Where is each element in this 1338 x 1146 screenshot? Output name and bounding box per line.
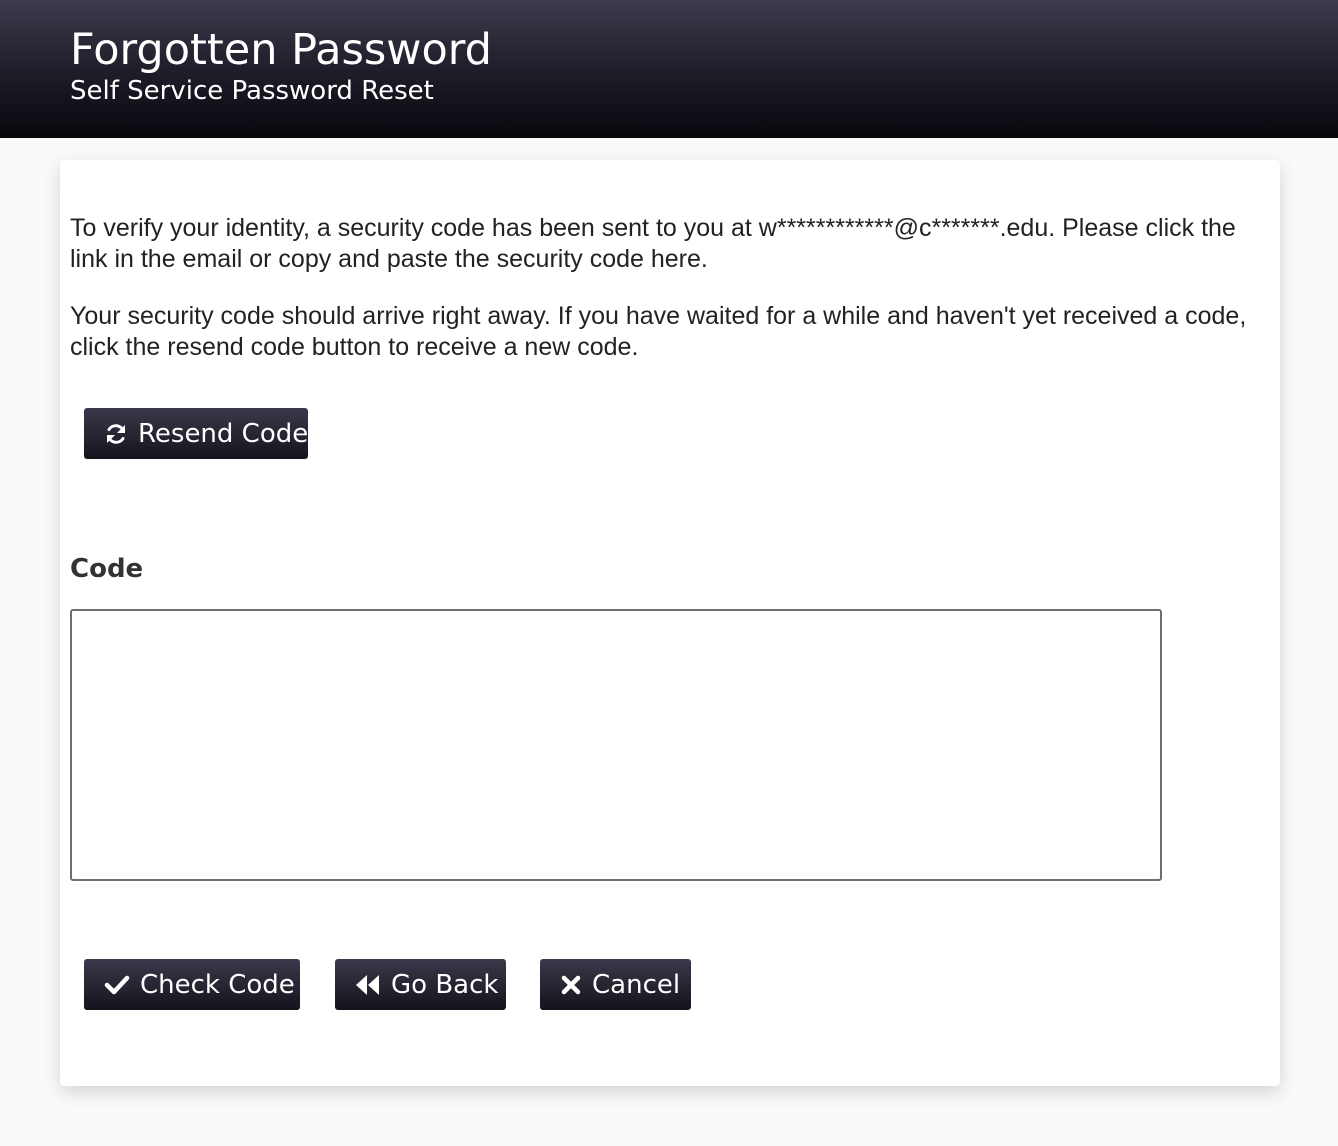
content-panel: To verify your identity, a security code… bbox=[60, 160, 1280, 1086]
check-code-button[interactable]: Check Code bbox=[84, 959, 300, 1010]
check-code-label: Check Code bbox=[140, 969, 295, 1000]
refresh-icon bbox=[104, 422, 128, 446]
checkmark-icon bbox=[104, 973, 130, 997]
resend-code-button[interactable]: Resend Code bbox=[84, 408, 308, 459]
cancel-label: Cancel bbox=[592, 969, 681, 1000]
double-back-arrow-icon bbox=[355, 973, 381, 997]
cancel-button[interactable]: Cancel bbox=[540, 959, 691, 1010]
resend-code-label: Resend Code bbox=[138, 418, 309, 449]
go-back-button[interactable]: Go Back bbox=[335, 959, 506, 1010]
verification-message: To verify your identity, a security code… bbox=[70, 214, 1236, 273]
go-back-label: Go Back bbox=[391, 969, 499, 1000]
code-input[interactable] bbox=[70, 609, 1162, 881]
page-header: Forgotten Password Self Service Password… bbox=[0, 0, 1338, 138]
page-title: Forgotten Password bbox=[70, 25, 492, 75]
code-field-label: Code bbox=[70, 554, 144, 584]
page-subtitle: Self Service Password Reset bbox=[70, 76, 434, 106]
close-icon bbox=[560, 974, 582, 996]
resend-instructions: Your security code should arrive right a… bbox=[70, 302, 1247, 361]
